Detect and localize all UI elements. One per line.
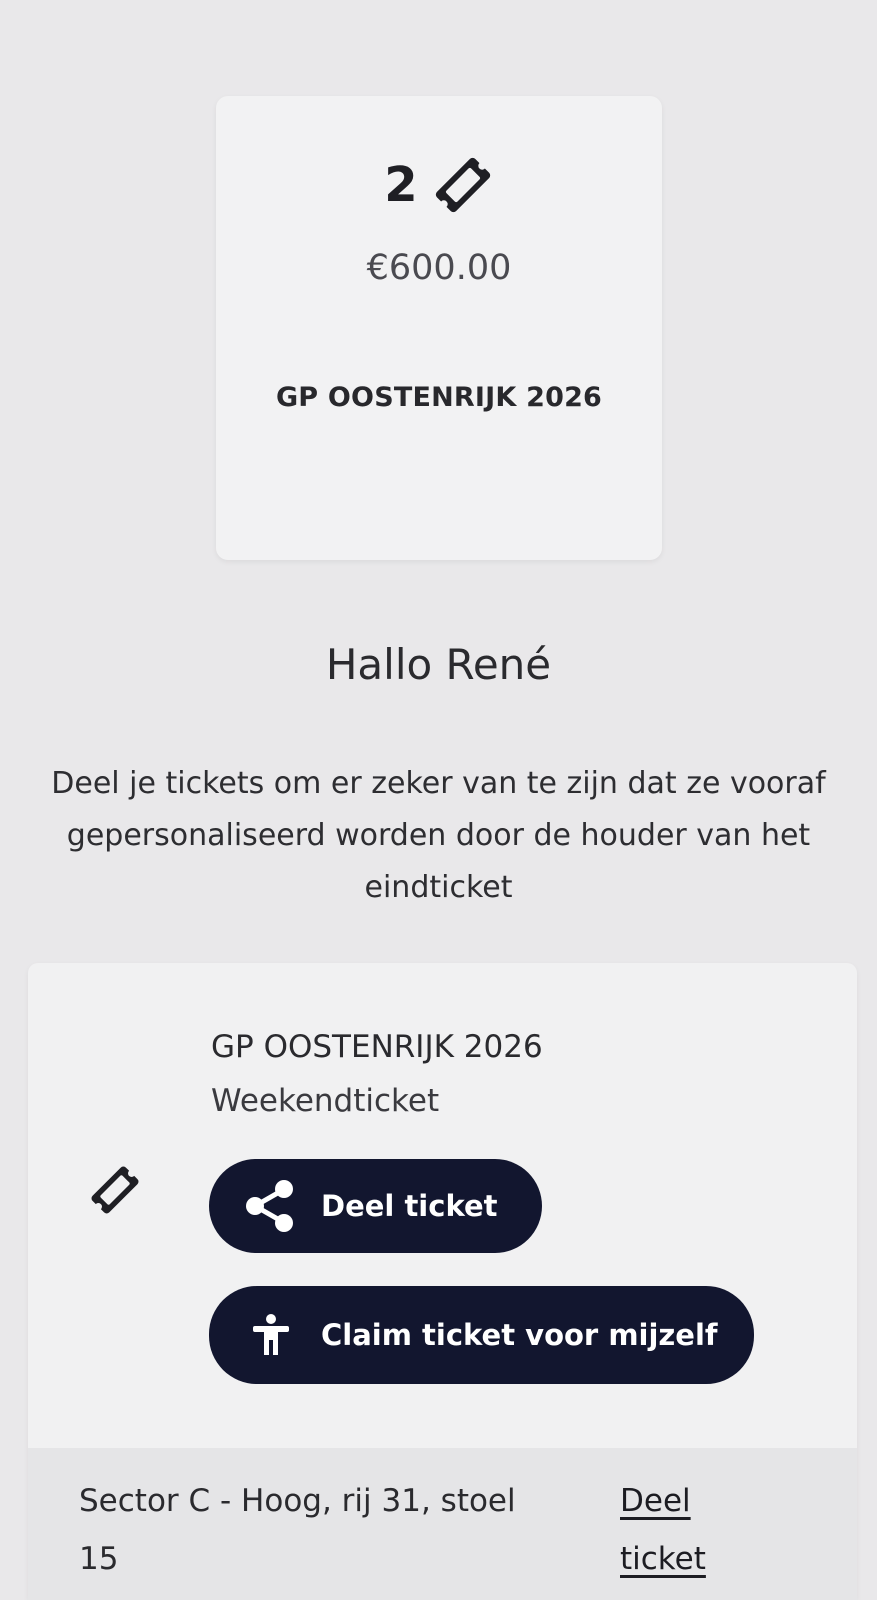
claim-ticket-button[interactable]: Claim ticket voor mijzelf [209, 1286, 754, 1384]
total-price: €600.00 [366, 248, 512, 288]
ticket-count-row: 2 [216, 154, 662, 216]
seat-info: Sector C - Hoog, rij 31, stoel 15 [79, 1483, 516, 1577]
share-icon [246, 1180, 293, 1232]
ticket-type: Weekendticket [211, 1083, 440, 1119]
ticket-icon [91, 1166, 139, 1214]
ticket-summary-card: 2 €600.00 GP OOSTENRIJK 2026 [216, 96, 662, 560]
ticket-event-title: GP OOSTENRIJK 2026 [211, 1029, 543, 1065]
share-ticket-label: Deel ticket [321, 1189, 498, 1223]
greeting-heading: Hallo René [325, 640, 552, 689]
person-icon [253, 1314, 289, 1355]
ticket-icon [435, 157, 490, 213]
ticket-count: 2 [384, 157, 418, 213]
seat-row: Sector C - Hoog, rij 31, stoel 15 Deel t… [28, 1448, 857, 1600]
share-ticket-button[interactable]: Deel ticket [209, 1159, 542, 1253]
intro-text: Deel je tickets om er zeker van te zijn … [51, 766, 826, 905]
event-title: GP OOSTENRIJK 2026 [275, 382, 603, 413]
ticket-card: GP OOSTENRIJK 2026 Weekendticket Deel ti… [28, 963, 857, 1600]
seat-share-link[interactable]: Deel ticket [620, 1472, 730, 1588]
claim-ticket-label: Claim ticket voor mijzelf [321, 1318, 718, 1352]
